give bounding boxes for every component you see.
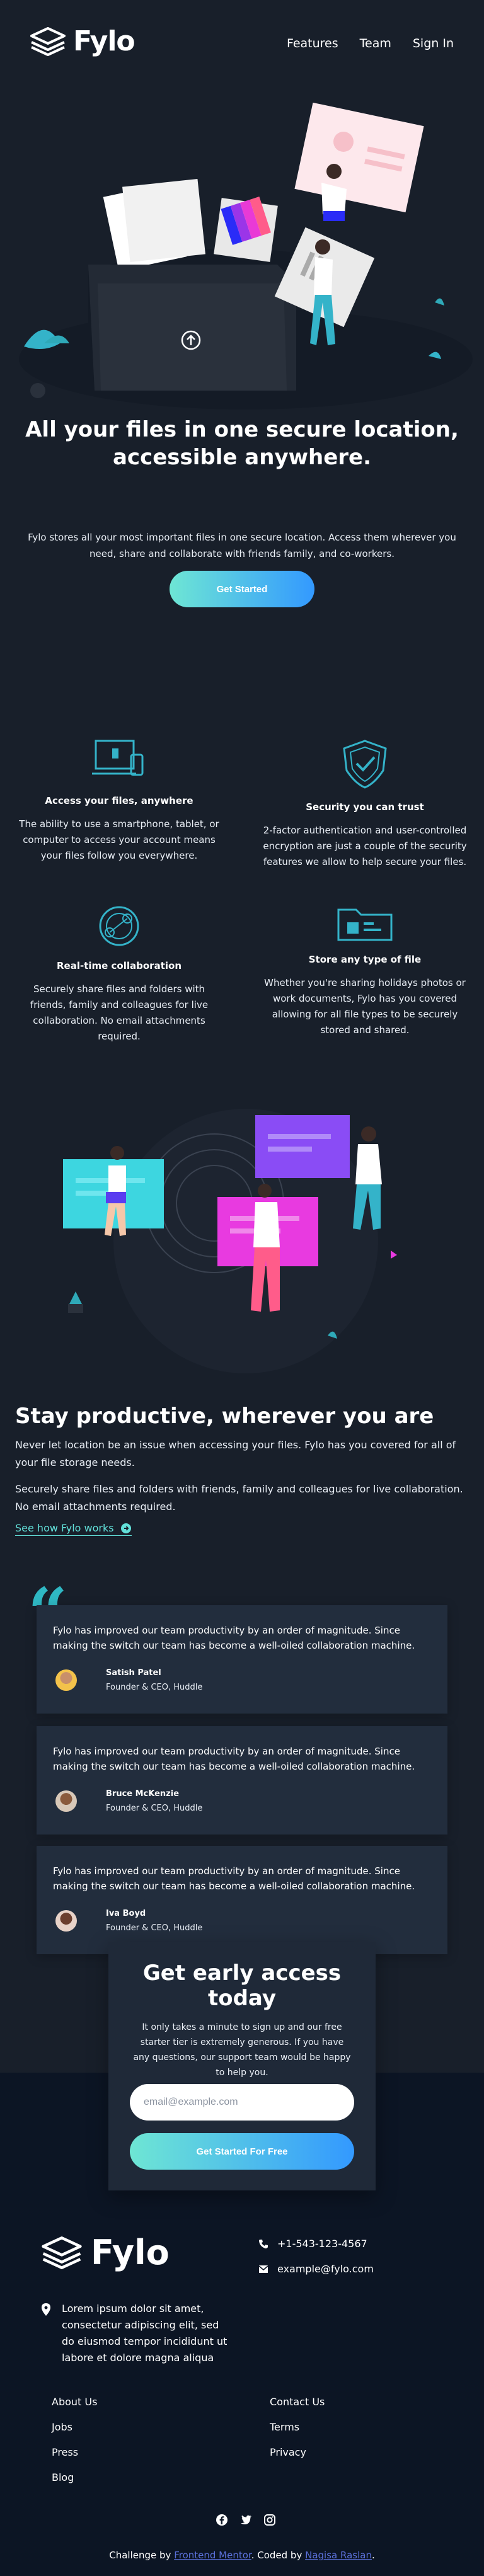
- feature-access: Access your files, anywhere The ability …: [15, 736, 223, 864]
- hero-title: All your files in one secure location, a…: [0, 416, 484, 471]
- early-access-box: Get early access today It only takes a m…: [108, 1942, 376, 2190]
- collaboration-icon: [99, 906, 139, 946]
- footer-link-about[interactable]: About Us: [52, 2391, 97, 2413]
- credit-prefix: Challenge by: [109, 2550, 171, 2561]
- hero-title-line1: All your files in one secure location,: [25, 417, 459, 442]
- footer-link-terms[interactable]: Terms: [270, 2416, 325, 2439]
- arrow-circle-right-icon: [120, 1523, 131, 1533]
- get-started-button[interactable]: Get Started: [170, 571, 314, 607]
- location-pin-icon: [42, 2303, 50, 2316]
- footer-link-privacy[interactable]: Privacy: [270, 2441, 325, 2464]
- testimonial-quote: Fylo has improved our team productivity …: [53, 1746, 415, 1772]
- email-address: example@fylo.com: [277, 2263, 374, 2275]
- email-input[interactable]: [130, 2084, 354, 2121]
- facebook-icon[interactable]: [216, 2514, 228, 2526]
- feature-title: Access your files, anywhere: [45, 795, 193, 806]
- social-links: [216, 2514, 276, 2526]
- footer-link-press[interactable]: Press: [52, 2441, 97, 2464]
- address-text: Lorem ipsum dolor sit amet, consectetur …: [62, 2303, 228, 2364]
- footer-link-jobs[interactable]: Jobs: [52, 2416, 97, 2439]
- productive-paragraph-2: Securely share files and folders with fr…: [15, 1483, 463, 1513]
- feature-title: Real-time collaboration: [56, 960, 182, 971]
- phone-number: +1-543-123-4567: [277, 2238, 367, 2250]
- logo-text: Fylo: [73, 25, 135, 57]
- folder-icon: [337, 908, 393, 941]
- footer-phone: +1-543-123-4567: [258, 2238, 367, 2250]
- credit-suffix: .: [371, 2550, 375, 2561]
- logo-icon: [42, 2236, 82, 2269]
- footer-logo[interactable]: Fylo: [42, 2233, 170, 2272]
- see-how-link-label: See how Fylo works: [15, 1522, 114, 1534]
- hero-illustration: [19, 102, 473, 409]
- twitter-icon[interactable]: [239, 2514, 252, 2526]
- early-access-title: Get early access today: [142, 1961, 342, 2011]
- productive-illustration: [63, 1109, 397, 1373]
- footer-links-col2: Contact Us Terms Privacy: [270, 2391, 325, 2464]
- footer-logo-text: Fylo: [91, 2233, 170, 2272]
- testimonial-role: Founder & CEO, Huddle: [106, 1923, 203, 1933]
- testimonial-role: Founder & CEO, Huddle: [106, 1804, 203, 1813]
- credit-middle: . Coded by: [251, 2550, 302, 2561]
- feature-collaboration: Real-time collaboration Securely share f…: [15, 901, 223, 1045]
- testimonial-name: Satish Patel: [106, 1668, 161, 1678]
- instagram-icon[interactable]: [263, 2514, 276, 2526]
- testimonial-card: Fylo has improved our team productivity …: [37, 1846, 447, 1954]
- testimonial-user: Satish Patel Founder & CEO, Huddle: [55, 1668, 202, 1692]
- header-logo[interactable]: Fylo: [30, 25, 135, 57]
- testimonial-card: Fylo has improved our team productivity …: [37, 1726, 447, 1835]
- nav-features[interactable]: Features: [287, 37, 338, 50]
- frontend-mentor-link[interactable]: Frontend Mentor: [174, 2550, 251, 2561]
- early-access-text: It only takes a minute to sign up and ou…: [133, 2022, 351, 2078]
- feature-text: 2-factor authentication and user-control…: [263, 825, 467, 867]
- footer-links-col1: About Us Jobs Press Blog: [52, 2391, 97, 2489]
- feature-text: Securely share files and folders with fr…: [30, 983, 209, 1042]
- email-icon: [258, 2265, 268, 2273]
- testimonial-name: Bruce McKenzie: [106, 1789, 180, 1799]
- feature-title: Store any type of file: [308, 954, 422, 965]
- feature-title: Security you can trust: [306, 801, 424, 813]
- testimonial-card: Fylo has improved our team productivity …: [37, 1605, 447, 1714]
- footer-address: Lorem ipsum dolor sit amet, consectetur …: [42, 2301, 231, 2366]
- hero-title-line2: accessible anywhere.: [112, 445, 372, 470]
- feature-text: The ability to use a smartphone, tablet,…: [19, 818, 219, 861]
- logo-icon: [30, 26, 66, 56]
- testimonial-quote: Fylo has improved our team productivity …: [53, 1625, 415, 1651]
- phone-icon: [259, 2239, 268, 2248]
- devices-icon: [92, 740, 144, 776]
- testimonial-user: Bruce McKenzie Founder & CEO, Huddle: [55, 1789, 202, 1813]
- footer-email: example@fylo.com: [258, 2263, 374, 2275]
- avatar: [55, 1910, 77, 1932]
- productive-title: Stay productive, wherever you are: [15, 1404, 434, 1429]
- testimonial-user: Iva Boyd Founder & CEO, Huddle: [55, 1909, 202, 1933]
- feature-text: Whether you're sharing holidays photos o…: [264, 977, 466, 1036]
- get-started-free-button[interactable]: Get Started For Free: [130, 2133, 354, 2170]
- nav-team[interactable]: Team: [360, 37, 391, 50]
- shield-icon: [343, 740, 387, 789]
- main-nav: Features Team Sign In: [287, 37, 454, 50]
- footer-link-contact[interactable]: Contact Us: [270, 2391, 325, 2413]
- hero-text: Fylo stores all your most important file…: [28, 532, 456, 559]
- testimonial-quote: Fylo has improved our team productivity …: [53, 1865, 415, 1892]
- attribution: Challenge by Frontend Mentor. Coded by N…: [0, 2550, 484, 2561]
- see-how-fylo-works-link[interactable]: See how Fylo works: [15, 1522, 132, 1536]
- footer-link-blog[interactable]: Blog: [52, 2466, 97, 2489]
- author-link[interactable]: Nagisa Raslan: [305, 2550, 372, 2561]
- testimonial-role: Founder & CEO, Huddle: [106, 1683, 203, 1692]
- nav-sign-in[interactable]: Sign In: [413, 37, 454, 50]
- feature-security: Security you can trust 2-factor authenti…: [261, 736, 469, 870]
- testimonial-name: Iva Boyd: [106, 1909, 146, 1918]
- feature-storage: Store any type of file Whether you're sh…: [261, 901, 469, 1038]
- avatar: [55, 1790, 77, 1812]
- productive-paragraph-1: Never let location be an issue when acce…: [15, 1439, 456, 1468]
- avatar: [55, 1669, 77, 1691]
